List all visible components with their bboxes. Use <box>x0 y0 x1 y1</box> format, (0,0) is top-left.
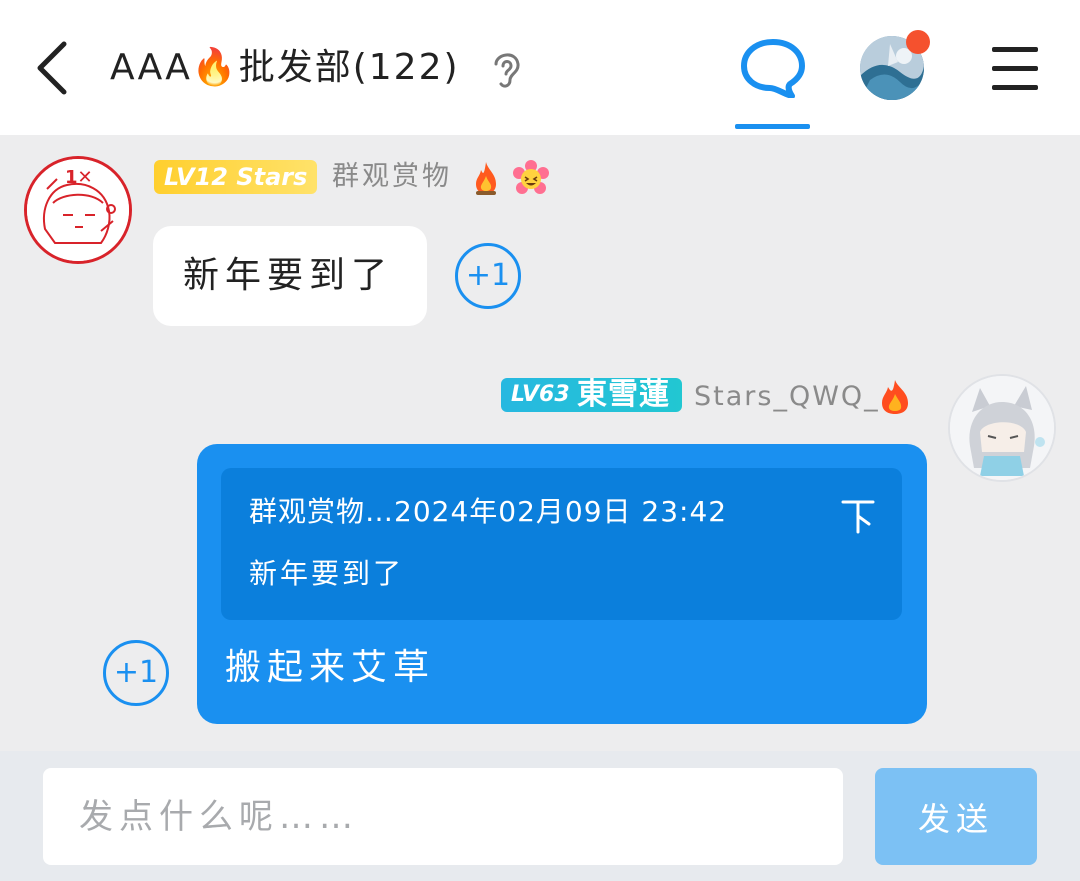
ear-icon[interactable] <box>488 48 524 90</box>
level-badge: LV63 東雪蓮 <box>501 378 682 412</box>
fire-icon <box>882 380 908 414</box>
level-badge-title: 東雪蓮 <box>577 378 670 412</box>
level-badge: LV12 Stars <box>154 160 318 194</box>
message-bubble[interactable]: 新年要到了 <box>153 226 427 326</box>
notification-dot <box>906 30 930 54</box>
menu-icon[interactable] <box>992 47 1038 90</box>
chat-bubble-icon[interactable] <box>738 36 808 98</box>
sender-name[interactable]: 群观赏物 <box>332 158 452 196</box>
quoted-text: 新年要到了 <box>249 557 405 590</box>
group-title: AAA🔥批发部(122) <box>110 47 460 88</box>
plus-one-button[interactable]: +1 <box>455 243 521 309</box>
sender-name[interactable]: Stars_QWQ_ <box>694 378 880 416</box>
message-bubble-self[interactable]: 群观赏物…2024年02月09日 23:42 新年要到了 搬起来艾草 <box>197 444 927 724</box>
message-text: 新年要到了 <box>183 255 394 296</box>
composer-bar: 发送 <box>0 751 1080 881</box>
message-input[interactable] <box>43 768 843 865</box>
svg-text:1✕: 1✕ <box>65 167 93 188</box>
sender-avatar[interactable]: 1✕ <box>24 156 132 264</box>
send-button[interactable]: 发送 <box>875 768 1037 865</box>
flower-face-icon <box>513 160 549 194</box>
back-icon[interactable] <box>30 38 74 98</box>
quoted-meta: 群观赏物…2024年02月09日 23:42 <box>249 495 728 528</box>
jump-to-quote-icon[interactable] <box>841 498 875 534</box>
top-bar: AAA🔥批发部(122) <box>0 0 1080 135</box>
level-badge-level: LV63 <box>511 382 570 407</box>
active-tab-indicator <box>735 124 810 129</box>
message-text: 搬起来艾草 <box>225 647 436 688</box>
plus-one-button[interactable]: +1 <box>103 640 169 706</box>
quoted-message[interactable]: 群观赏物…2024年02月09日 23:42 新年要到了 <box>221 468 902 620</box>
fire-icon <box>476 162 496 195</box>
self-avatar[interactable] <box>948 374 1056 482</box>
